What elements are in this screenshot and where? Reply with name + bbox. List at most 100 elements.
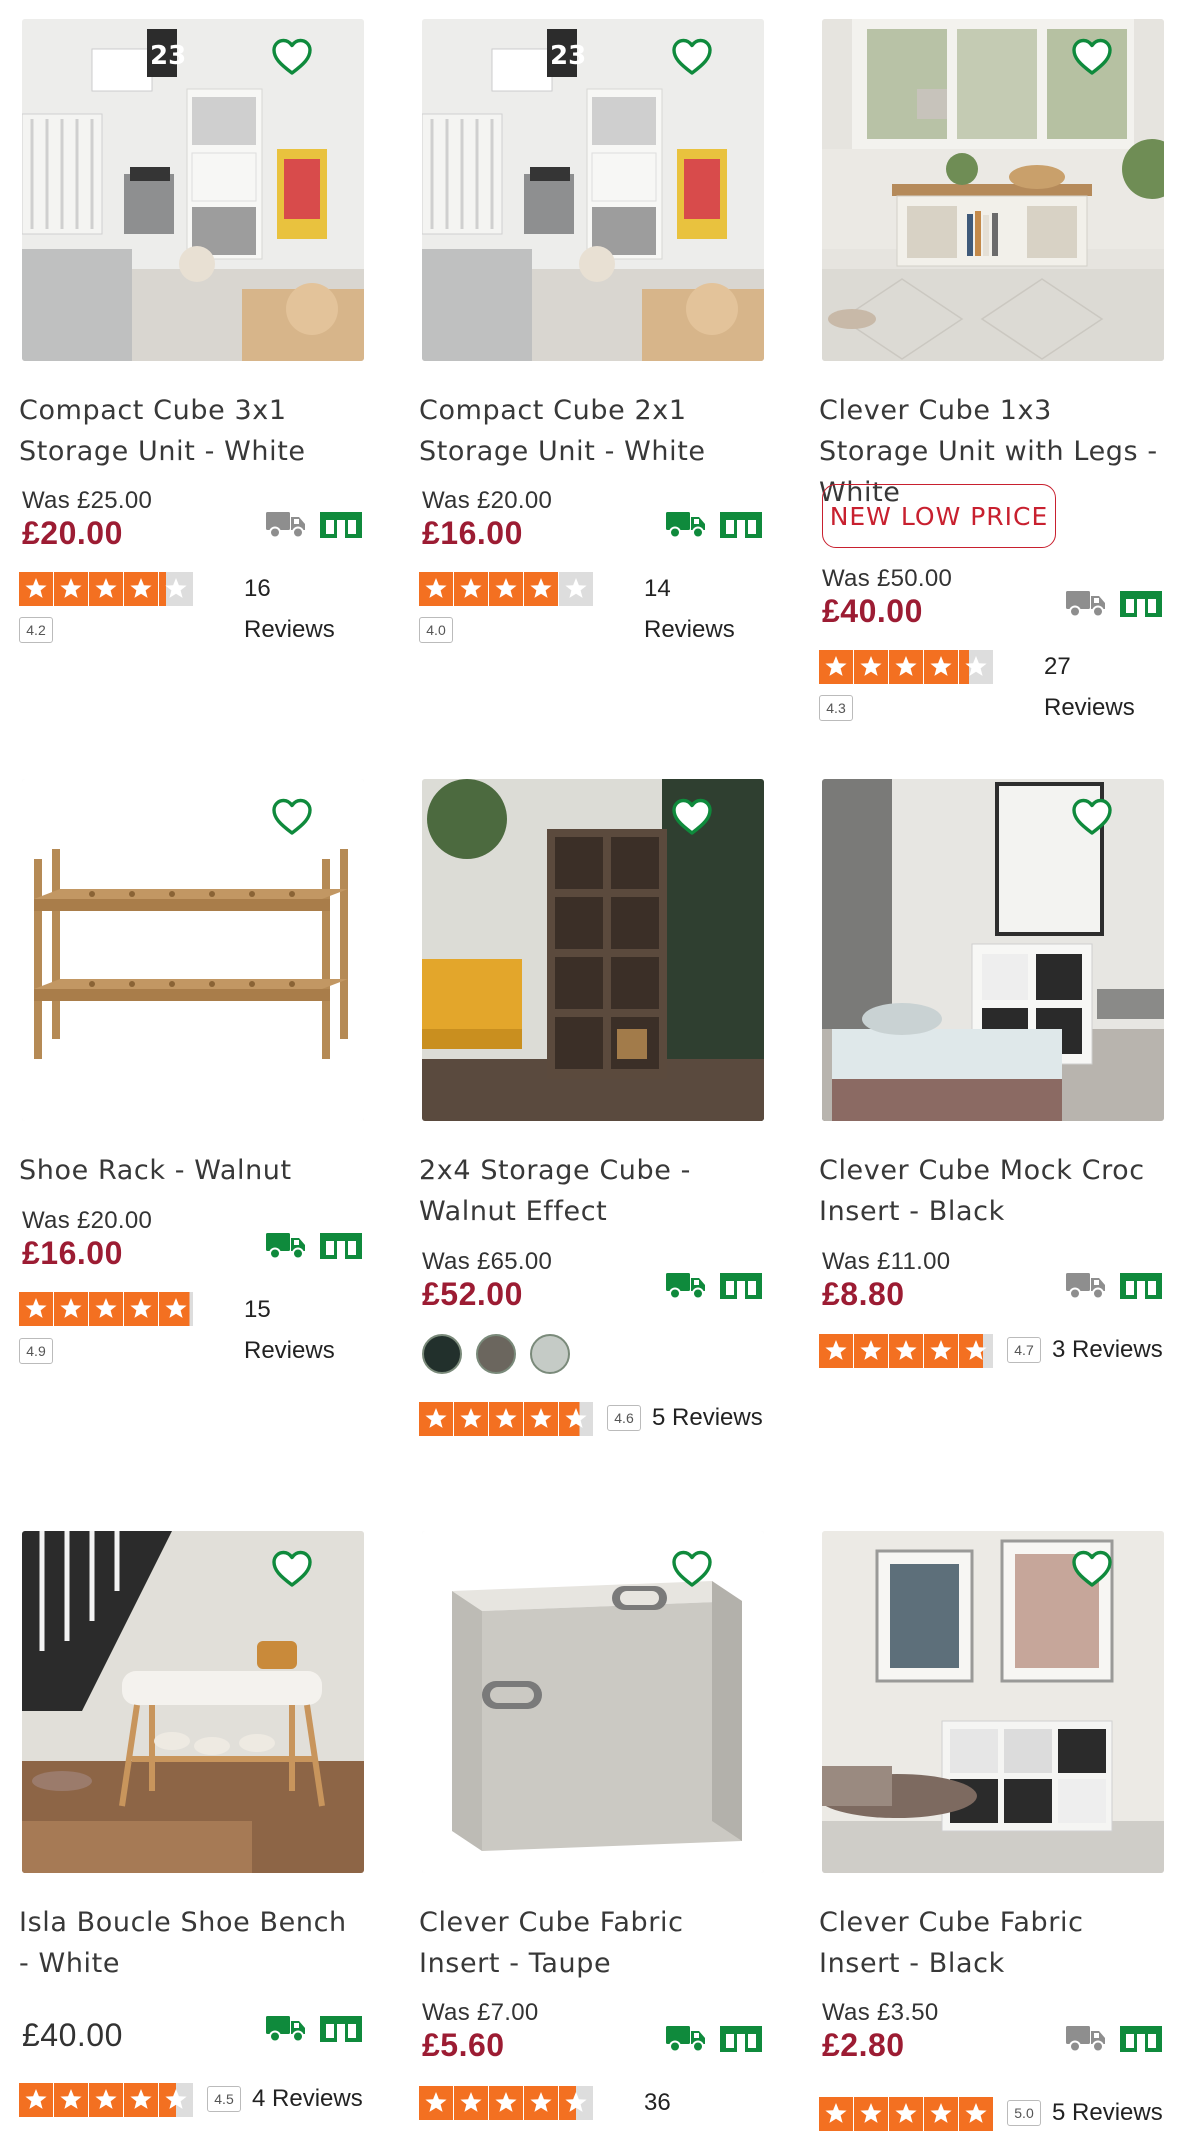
product-title[interactable]: Shoe Rack - Walnut (19, 1150, 364, 1191)
was-price: Was £65.00 (422, 1248, 553, 1275)
product-title[interactable]: Compact Cube 2x1 Storage Unit - White (419, 390, 764, 472)
star-icon (159, 572, 193, 606)
was-price: Was £7.00 (422, 1999, 539, 2026)
reviews-link[interactable]: 14 Reviews (644, 568, 744, 650)
click-and-collect-icon (319, 1229, 363, 1261)
was-price: Was £25.00 (22, 487, 153, 514)
star-rating (819, 1334, 993, 1368)
home-delivery-icon (1064, 587, 1108, 619)
reviews-link[interactable]: 15 Reviews (244, 1289, 344, 1371)
click-and-collect-icon (1119, 1269, 1163, 1301)
colour-swatch[interactable] (476, 1334, 516, 1374)
rating-value: 4.9 (19, 1338, 53, 1364)
product-title[interactable]: Clever Cube Fabric Insert - Taupe (419, 1902, 764, 1984)
wishlist-heart-icon[interactable] (270, 1547, 314, 1591)
home-delivery-icon (1064, 2022, 1108, 2054)
wishlist-heart-icon[interactable] (670, 35, 714, 79)
star-icon (89, 1292, 123, 1326)
current-price: £5.60 (422, 2027, 505, 2063)
reviews-link[interactable]: 36 (644, 2082, 774, 2123)
product-card: Shoe Rack - Walnut Was £20.00 £16.00 4.9 15 … (0, 760, 380, 1380)
click-and-collect-icon (1119, 587, 1163, 619)
wishlist-heart-icon[interactable] (1070, 1547, 1114, 1591)
star-icon (959, 1334, 993, 1368)
product-title[interactable]: Isla Boucle Shoe Bench - White (19, 1902, 364, 1984)
product-card: Clever Cube Fabric Insert - Taupe Was £7.… (400, 1512, 780, 2132)
star-icon (489, 1402, 523, 1436)
current-price: £40.00 (822, 593, 923, 629)
star-icon (454, 2086, 488, 2120)
star-icon (819, 1334, 853, 1368)
star-icon (854, 1334, 888, 1368)
star-icon (419, 2086, 453, 2120)
star-icon (54, 1292, 88, 1326)
product-card: 23 Compact Cube 3x1 Storage Unit - White W… (0, 0, 380, 643)
star-rating (419, 1402, 593, 1436)
wishlist-heart-icon[interactable] (1070, 795, 1114, 839)
star-rating (419, 2086, 593, 2120)
star-icon (854, 2097, 888, 2131)
star-icon (19, 1292, 53, 1326)
product-title[interactable]: Compact Cube 3x1 Storage Unit - White (19, 390, 364, 472)
star-icon (419, 572, 453, 606)
current-price: £20.00 (22, 515, 123, 551)
home-delivery-icon (1064, 1269, 1108, 1301)
reviews-link[interactable]: 27 Reviews (1044, 646, 1144, 728)
star-icon (819, 650, 853, 684)
product-title[interactable]: Clever Cube Mock Croc Insert - Black (819, 1150, 1164, 1232)
star-icon (889, 2097, 923, 2131)
star-icon (524, 1402, 558, 1436)
star-icon (19, 2083, 53, 2117)
colour-swatch[interactable] (422, 1334, 462, 1374)
star-icon (419, 1402, 453, 1436)
star-icon (454, 572, 488, 606)
product-card: 2x4 Storage Cube - Walnut Effect Was £65.… (400, 760, 780, 1436)
star-icon (959, 2097, 993, 2131)
star-icon (89, 572, 123, 606)
wishlist-heart-icon[interactable] (270, 795, 314, 839)
reviews-link[interactable]: 5 Reviews (1052, 2092, 1182, 2133)
current-price: £16.00 (22, 1235, 123, 1271)
reviews-link[interactable]: 5 Reviews (652, 1397, 782, 1438)
home-delivery-icon (664, 2022, 708, 2054)
product-title[interactable]: Clever Cube Fabric Insert - Black (819, 1902, 1164, 1984)
product-card: Clever Cube 1x3 Storage Unit with Legs -… (800, 0, 1180, 721)
star-icon (159, 2083, 193, 2117)
wishlist-heart-icon[interactable] (670, 1547, 714, 1591)
wishlist-heart-icon[interactable] (670, 795, 714, 839)
click-and-collect-icon (719, 508, 763, 540)
star-icon (489, 2086, 523, 2120)
star-icon (559, 572, 593, 606)
star-icon (924, 1334, 958, 1368)
current-price: £40.00 (22, 2017, 123, 2053)
click-and-collect-icon (719, 2022, 763, 2054)
star-icon (889, 1334, 923, 1368)
product-title[interactable]: 2x4 Storage Cube - Walnut Effect (419, 1150, 764, 1232)
star-icon (924, 2097, 958, 2131)
reviews-link[interactable]: 16 Reviews (244, 568, 344, 650)
click-and-collect-icon (719, 1269, 763, 1301)
star-icon (454, 1402, 488, 1436)
star-icon (854, 650, 888, 684)
colour-swatch[interactable] (530, 1334, 570, 1374)
reviews-link[interactable]: 4 Reviews (252, 2078, 382, 2119)
star-icon (819, 2097, 853, 2131)
star-icon (124, 572, 158, 606)
star-icon (124, 1292, 158, 1326)
star-icon (124, 2083, 158, 2117)
star-rating (19, 2083, 193, 2117)
wishlist-heart-icon[interactable] (270, 35, 314, 79)
star-rating (819, 650, 993, 684)
rating-value: 4.0 (419, 617, 453, 643)
product-card: Clever Cube Fabric Insert - Black Was £3.… (800, 1512, 1180, 2132)
was-price: Was £20.00 (422, 487, 553, 514)
star-rating (19, 1292, 193, 1326)
reviews-link[interactable]: 3 Reviews (1052, 1329, 1182, 1370)
current-price: £8.80 (822, 1276, 905, 1312)
wishlist-heart-icon[interactable] (1070, 35, 1114, 79)
rating-value: 4.5 (207, 2086, 241, 2112)
star-icon (54, 2083, 88, 2117)
svg-text:23: 23 (550, 41, 586, 71)
was-price: Was £20.00 (22, 1207, 153, 1234)
home-delivery-icon (264, 1229, 308, 1261)
